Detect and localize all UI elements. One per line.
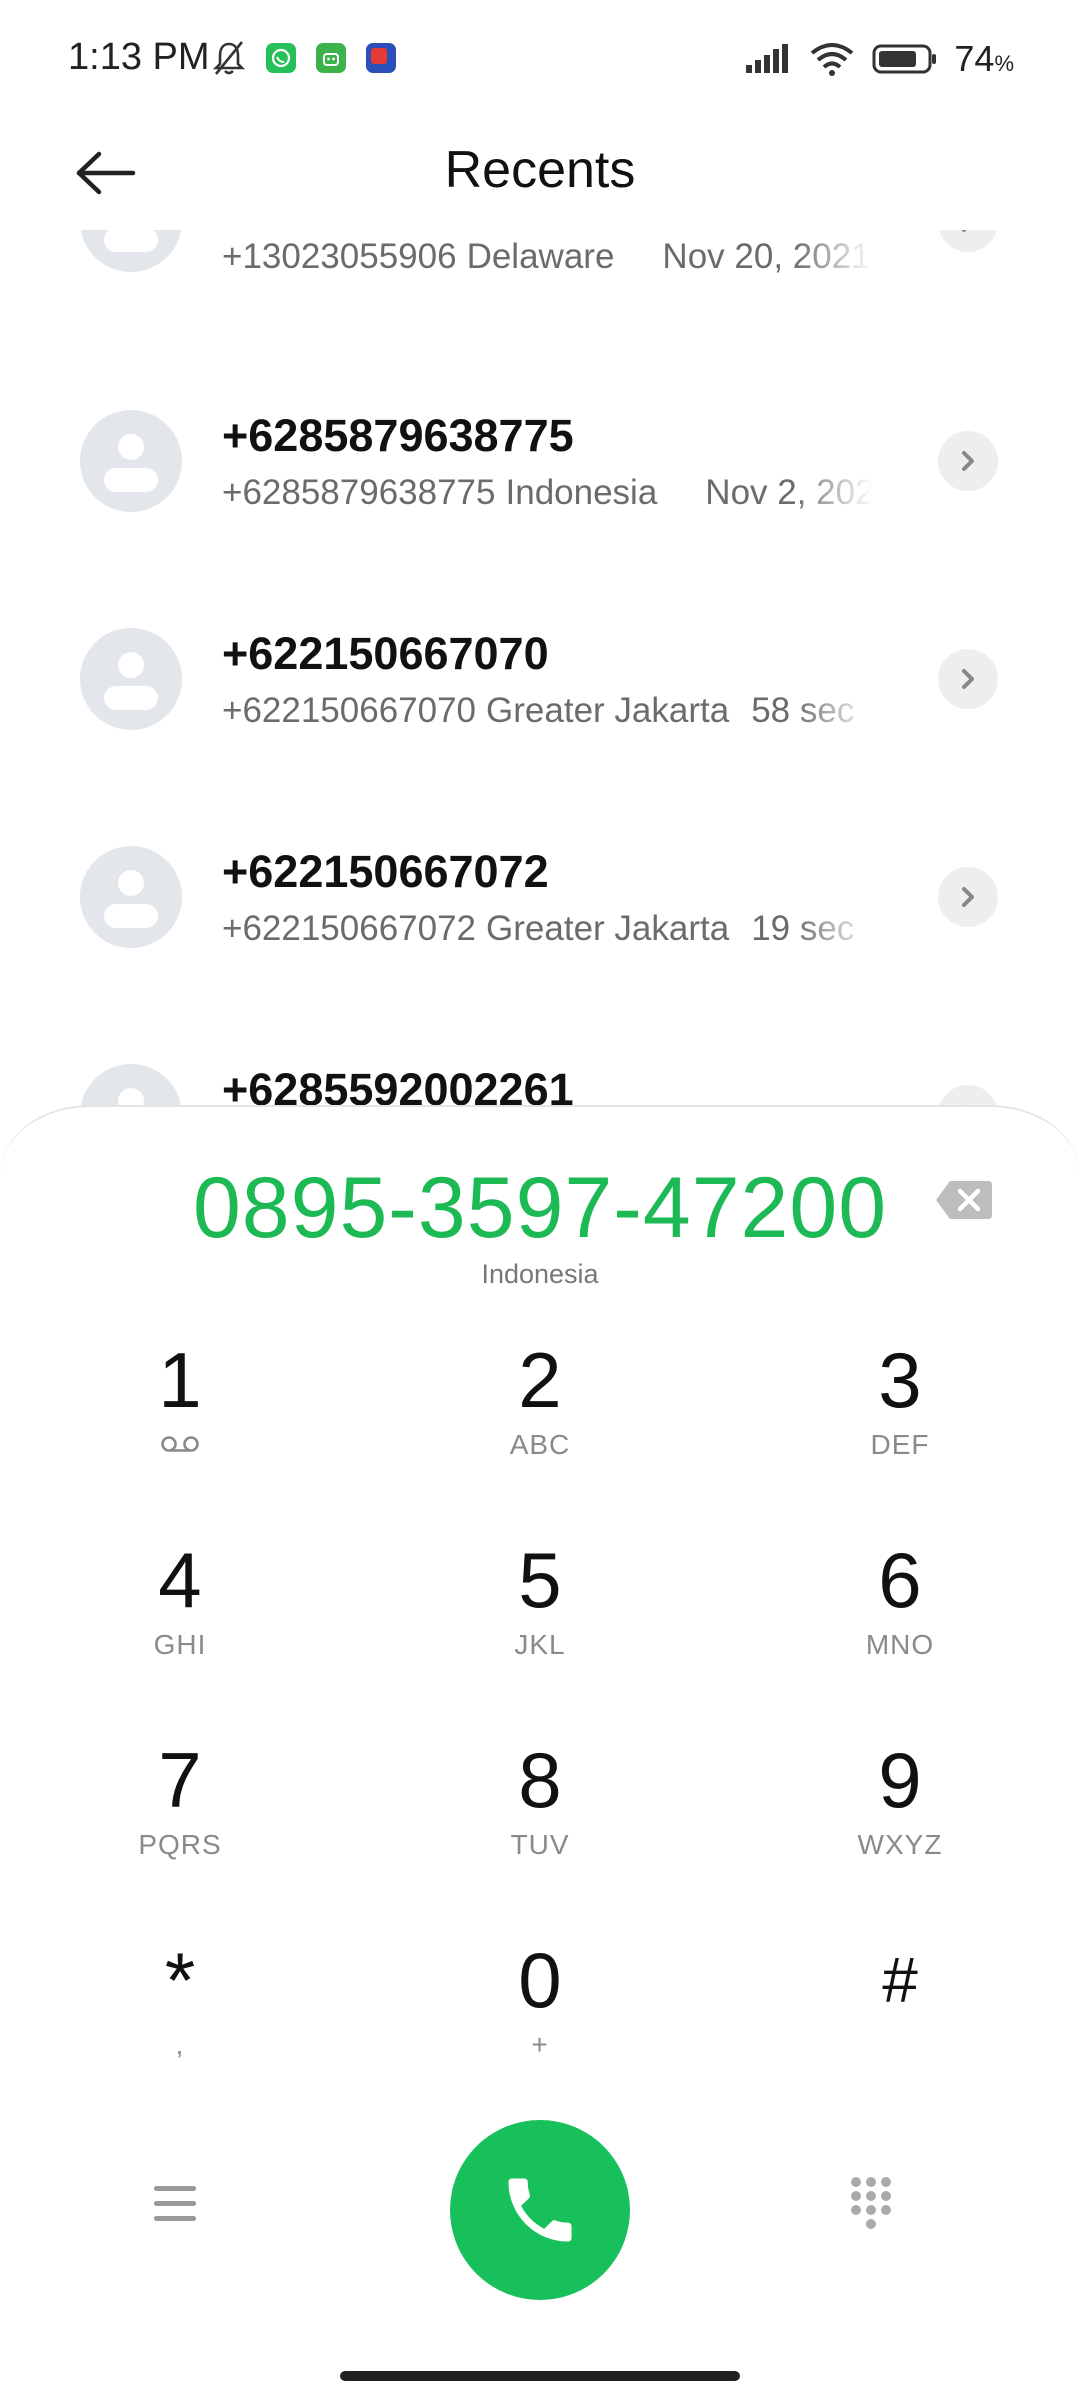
signal-icon xyxy=(746,44,789,73)
recents-list: +13023055906 Delaware Nov 20, 2021 +628587… xyxy=(0,230,1080,1110)
android-app-icon xyxy=(316,43,346,73)
app-notification-icon xyxy=(366,43,396,73)
dialed-number[interactable]: 0895-3597-47200 xyxy=(0,1159,1080,1258)
key-digit: 3 xyxy=(878,1336,922,1424)
page-title: Recents xyxy=(444,141,636,199)
key-3[interactable]: 3 DEF xyxy=(780,1335,1020,1505)
muted-bell-icon xyxy=(212,41,246,75)
key-letters: , xyxy=(175,2029,185,2060)
list-item[interactable]: +622150667070 +622150667070 Greater Jakar… xyxy=(0,628,1080,788)
call-details: +622150667070 Greater Jakarta 58 sec xyxy=(222,691,855,730)
key-6[interactable]: 6 MNO xyxy=(780,1535,1020,1705)
menu-button[interactable] xyxy=(150,2182,230,2238)
battery-icon xyxy=(872,44,937,74)
key-letters: + xyxy=(531,2029,549,2060)
status-time: 1:13 PM xyxy=(68,36,210,78)
avatar xyxy=(80,628,182,730)
key-letters: WXYZ xyxy=(857,1829,943,1860)
avatar xyxy=(80,410,182,512)
key-letters: TUV xyxy=(510,1829,570,1860)
avatar xyxy=(80,846,182,948)
contact-name: +6285879638775 xyxy=(222,410,574,461)
notification-icons xyxy=(212,40,396,76)
key-digit: 4 xyxy=(158,1536,202,1624)
key-5[interactable]: 5 JKL xyxy=(420,1535,660,1705)
key-digit: 5 xyxy=(518,1536,562,1624)
key-letters: JKL xyxy=(514,1629,566,1660)
avatar xyxy=(80,230,182,272)
contact-name: +6285592002261 xyxy=(222,1064,574,1110)
home-indicator[interactable] xyxy=(340,2371,740,2381)
avatar xyxy=(80,1064,182,1110)
key-digit: * xyxy=(164,1936,196,2024)
list-item[interactable]: +13023055906 Delaware Nov 20, 2021 xyxy=(0,230,1080,330)
chevron-right-icon xyxy=(962,887,974,907)
key-digit: 2 xyxy=(518,1336,562,1424)
key-star[interactable]: * , xyxy=(60,1935,300,2105)
dialer-actions xyxy=(0,2120,1080,2300)
key-hash[interactable]: # xyxy=(780,1935,1020,2105)
backspace-button[interactable] xyxy=(934,1177,994,1223)
voicemail-icon xyxy=(60,1425,300,1465)
menu-icon xyxy=(154,2186,196,2221)
dialpad-toggle-button[interactable] xyxy=(848,2174,928,2248)
list-item[interactable]: +622150667072 +622150667072 Greater Jakar… xyxy=(0,846,1080,1006)
contact-name: +622150667072 xyxy=(222,846,549,897)
key-letters: GHI xyxy=(153,1629,207,1660)
key-letters: ABC xyxy=(509,1429,571,1460)
call-info-button[interactable] xyxy=(938,230,998,252)
whatsapp-icon xyxy=(266,43,296,73)
number-region: Indonesia xyxy=(481,1259,599,1289)
key-digit: 1 xyxy=(158,1336,202,1424)
key-letters: DEF xyxy=(870,1429,930,1460)
system-status: 74% xyxy=(744,38,1014,80)
list-item[interactable]: +6285879638775 +6285879638775 Indonesia No… xyxy=(0,410,1080,570)
phone-icon xyxy=(508,2178,572,2242)
call-info-button[interactable] xyxy=(938,431,998,491)
list-item[interactable]: +6285592002261 xyxy=(0,1064,1080,1110)
key-7[interactable]: 7 PQRS xyxy=(60,1735,300,1905)
dialpad-icon xyxy=(851,2177,891,2229)
backspace-icon xyxy=(936,1181,992,1219)
key-digit: 7 xyxy=(158,1736,202,1824)
key-letters: MNO xyxy=(865,1629,935,1660)
key-8[interactable]: 8 TUV xyxy=(420,1735,660,1905)
key-digit: # xyxy=(882,1944,918,2016)
battery-percent: 74% xyxy=(954,38,1014,79)
call-button[interactable] xyxy=(450,2120,630,2300)
status-bar: 1:13 PM 74% xyxy=(0,0,1080,120)
call-details: +622150667072 Greater Jakarta 19 sec xyxy=(222,909,855,948)
wifi-icon xyxy=(811,43,854,76)
chevron-right-icon xyxy=(962,669,974,689)
key-digit: 9 xyxy=(878,1736,922,1824)
key-digit: 6 xyxy=(878,1536,922,1624)
key-1[interactable]: 1 xyxy=(60,1335,300,1505)
chevron-right-icon xyxy=(962,451,974,471)
chevron-right-icon xyxy=(962,230,967,232)
app-header: Recents xyxy=(0,120,1080,230)
call-info-button[interactable] xyxy=(938,649,998,709)
key-letters: PQRS xyxy=(138,1829,222,1860)
contact-name: +622150667070 xyxy=(222,628,549,679)
call-info-button[interactable] xyxy=(938,867,998,927)
call-details: +6285879638775IndonesiaNov 2, 2021 xyxy=(222,473,872,512)
key-digit: 0 xyxy=(518,1936,562,2024)
call-details: +13023055906 Delaware Nov 20, 2021 xyxy=(222,237,871,276)
key-9[interactable]: 9 WXYZ xyxy=(780,1735,1020,1905)
key-0[interactable]: 0 + xyxy=(420,1935,660,2105)
key-digit: 8 xyxy=(518,1736,562,1824)
key-2[interactable]: 2 ABC xyxy=(420,1335,660,1505)
key-4[interactable]: 4 GHI xyxy=(60,1535,300,1705)
